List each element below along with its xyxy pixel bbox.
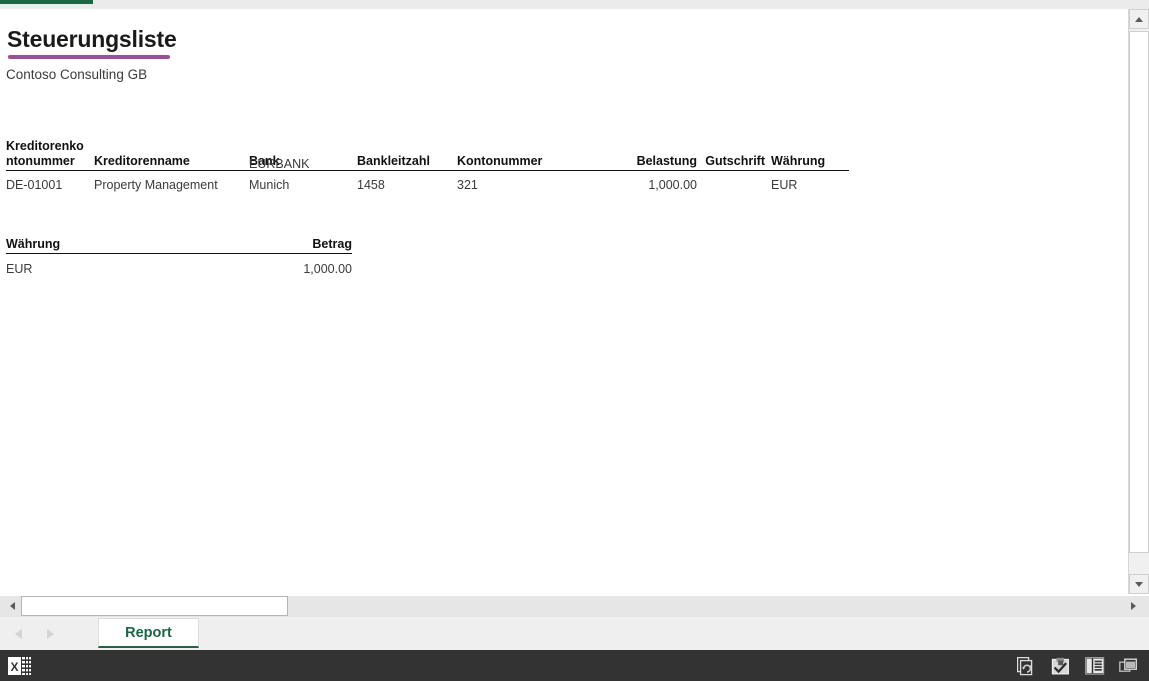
detail-table-header: Kreditorenko ntonummer Kreditorenname Ba…	[6, 137, 849, 171]
col-summary-betrag: Betrag	[236, 233, 352, 254]
vertical-scrollbar[interactable]	[1128, 9, 1149, 594]
status-bar-icons	[1015, 655, 1141, 677]
cell-waehrung: EUR	[771, 178, 798, 192]
refresh-pages-icon[interactable]	[1015, 655, 1039, 677]
scroll-down-button[interactable]	[1129, 574, 1149, 594]
sheet-prev-button[interactable]	[12, 628, 24, 640]
summary-table-body: EUR 1,000.00	[6, 254, 352, 287]
cell-bank-overflow-line: EURBANK	[249, 157, 310, 171]
cell-bank: EURBANK Munich	[249, 157, 357, 205]
col-kreditorenkontonummer: Kreditorenko ntonummer	[6, 137, 94, 171]
excel-logo-icon: X	[8, 656, 32, 676]
scroll-right-button[interactable]	[1123, 596, 1143, 616]
reading-view-icon[interactable]	[1083, 655, 1107, 677]
sheet-next-button[interactable]	[44, 628, 56, 640]
cell-belastung: 1,000.00	[648, 178, 697, 192]
detail-header-row: Kreditorenko ntonummer Kreditorenname Ba…	[6, 137, 849, 171]
report-title-underline	[8, 55, 170, 59]
status-bar: X	[0, 650, 1149, 681]
report-subtitle: Contoso Consulting GB	[6, 67, 148, 82]
triangle-left-icon	[14, 629, 22, 639]
cell-gutschrift	[697, 171, 765, 205]
col-waehrung: Währung	[765, 137, 849, 171]
triangle-left-icon	[9, 602, 15, 610]
col-kreditorenname: Kreditorenname	[94, 137, 249, 171]
cell-bankleitzahl: 1458	[357, 178, 385, 192]
svg-text:X: X	[10, 660, 18, 674]
scroll-left-button[interactable]	[2, 596, 22, 616]
horizontal-scrollbar[interactable]	[0, 596, 1149, 617]
cell-summary-betrag: 1,000.00	[303, 262, 352, 276]
triangle-right-icon	[1130, 602, 1136, 610]
table-row: EUR 1,000.00	[6, 254, 352, 287]
col-bankleitzahl: Bankleitzahl	[357, 137, 457, 171]
summary-header-row: Währung Betrag	[6, 233, 352, 254]
report-title: Steuerungsliste	[7, 26, 177, 52]
sheet-tab-report[interactable]: Report	[98, 618, 199, 648]
col-kontonummer: Kontonummer	[457, 137, 587, 171]
triangle-up-icon	[1135, 16, 1143, 22]
summary-table-header: Währung Betrag	[6, 233, 352, 254]
scroll-up-button[interactable]	[1129, 9, 1149, 29]
summary-table: Währung Betrag EUR 1,000.00	[6, 233, 352, 286]
cell-kreditorenname: Property Management	[94, 178, 218, 192]
restore-window-icon[interactable]	[1117, 655, 1141, 677]
horizontal-scrollbar-thumb[interactable]	[21, 596, 288, 616]
triangle-right-icon	[46, 629, 54, 639]
clipboard-check-icon[interactable]	[1049, 655, 1073, 677]
col-gutschrift: Gutschrift	[697, 137, 765, 171]
top-accent-strip	[0, 0, 1149, 9]
vertical-scrollbar-thumb[interactable]	[1129, 31, 1149, 553]
triangle-down-icon	[1135, 581, 1143, 587]
detail-table: Kreditorenko ntonummer Kreditorenname Ba…	[6, 137, 849, 204]
detail-table-body: DE-01001 Property Management EURBANK Mun…	[6, 157, 849, 205]
excel-report-window: Steuerungsliste Contoso Consulting GB Kr…	[0, 0, 1149, 681]
top-accent-bar	[0, 0, 93, 4]
cell-kontonummer: 321	[457, 178, 478, 192]
sheet-tab-bar: Report	[0, 617, 1149, 650]
cell-bank-line: Munich	[249, 178, 290, 192]
cell-kreditorenkontonummer: DE-01001	[6, 178, 63, 192]
report-canvas[interactable]: Steuerungsliste Contoso Consulting GB Kr…	[0, 9, 1129, 594]
col-summary-waehrung: Währung	[6, 233, 236, 254]
cell-summary-waehrung: EUR	[6, 262, 33, 276]
table-row: DE-01001 Property Management EURBANK Mun…	[6, 157, 849, 205]
col-belastung: Belastung	[587, 137, 697, 171]
